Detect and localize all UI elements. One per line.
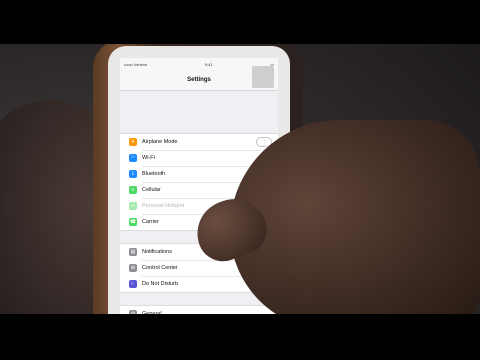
bluetooth-icon: ᛒ [129, 170, 137, 178]
carrier-label: •••oo Verizon [124, 61, 148, 67]
row-airplane-mode[interactable]: ✈ Airplane Mode [120, 134, 278, 151]
cellular-icon: ≡ [129, 186, 137, 194]
letterbox-top [0, 0, 480, 44]
phone-icon: ☎ [129, 218, 137, 226]
notifications-icon: ▤ [129, 248, 137, 256]
airplane-icon: ✈ [129, 138, 137, 146]
wifi-icon: ◠ [129, 154, 137, 162]
moon-icon: ☾ [129, 280, 137, 288]
screen-glare [252, 66, 274, 88]
photo-scene: •••oo Verizon 9:41 ▭ Settings ✈ Airplane… [0, 0, 480, 360]
right-hand [230, 120, 480, 330]
control-center-icon: ⊞ [129, 264, 137, 272]
clock: 9:41 [204, 61, 213, 67]
page-title: Settings [187, 77, 211, 83]
letterbox-bottom [0, 314, 480, 360]
hotspot-icon: ∞ [129, 202, 137, 210]
